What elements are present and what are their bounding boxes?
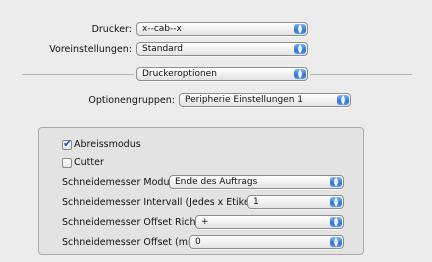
separator-right	[310, 74, 412, 75]
cut-offset-mm-value: 0	[195, 237, 201, 247]
cut-offset-mm-label: Schneidemesser Offset (mm):	[62, 237, 205, 248]
option-groups-value: Peripherie Einstellungen 1	[185, 95, 303, 105]
checkmark-icon: ✔	[63, 137, 73, 150]
cut-mode-popup[interactable]: Ende des Auftrags ▲ ▼	[169, 175, 344, 189]
cut-offset-direction-popup[interactable]: + ▲ ▼	[195, 215, 344, 229]
popup-arrows-icon: ▲ ▼	[294, 69, 306, 80]
cutter-checkbox[interactable]: Cutter	[62, 156, 142, 170]
cut-mode-label: Schneidemesser Modus:	[62, 177, 178, 188]
cut-mode-value: Ende des Auftrags	[175, 177, 258, 187]
panel-selector-popup[interactable]: Druckeroptionen ▲ ▼	[136, 67, 308, 81]
popup-arrows-icon: ▲ ▼	[330, 217, 342, 228]
cutter-label: Cutter	[74, 157, 104, 168]
option-groups-popup[interactable]: Peripherie Einstellungen 1 ▲ ▼	[179, 93, 351, 107]
tear-off-checkbox[interactable]: ✔ Abreissmodus	[62, 137, 182, 152]
tear-off-label: Abreissmodus	[74, 139, 141, 150]
checkbox-box[interactable]: ✔	[62, 137, 73, 150]
presets-label: Voreinstellungen:	[49, 44, 132, 55]
cut-offset-mm-popup[interactable]: 0 ▲ ▼	[189, 235, 344, 249]
cut-offset-direction-value: +	[201, 217, 209, 227]
popup-arrows-icon: ▲ ▼	[337, 95, 349, 106]
cut-interval-value: 1	[253, 197, 259, 207]
popup-arrows-icon: ▲ ▼	[330, 177, 342, 188]
panel-selector-value: Druckeroptionen	[142, 69, 217, 79]
cut-interval-label: Schneidemesser Intervall (Jedes x Etiket…	[62, 197, 265, 208]
printer-value: x--cab--x	[142, 24, 182, 34]
presets-popup[interactable]: Standard ▲ ▼	[136, 42, 308, 56]
checkbox-box[interactable]	[62, 158, 72, 168]
option-groups-label: Optionengruppen:	[88, 95, 175, 106]
cut-interval-popup[interactable]: 1 ▲ ▼	[247, 195, 344, 209]
printer-popup[interactable]: x--cab--x ▲ ▼	[136, 22, 308, 36]
popup-arrows-icon: ▲ ▼	[330, 197, 342, 208]
popup-arrows-icon: ▲ ▼	[294, 44, 306, 55]
presets-value: Standard	[142, 44, 183, 54]
printer-label: Drucker:	[91, 24, 132, 35]
separator-left	[22, 74, 134, 75]
popup-arrows-icon: ▲ ▼	[330, 237, 342, 248]
popup-arrows-icon: ▲ ▼	[294, 24, 306, 35]
